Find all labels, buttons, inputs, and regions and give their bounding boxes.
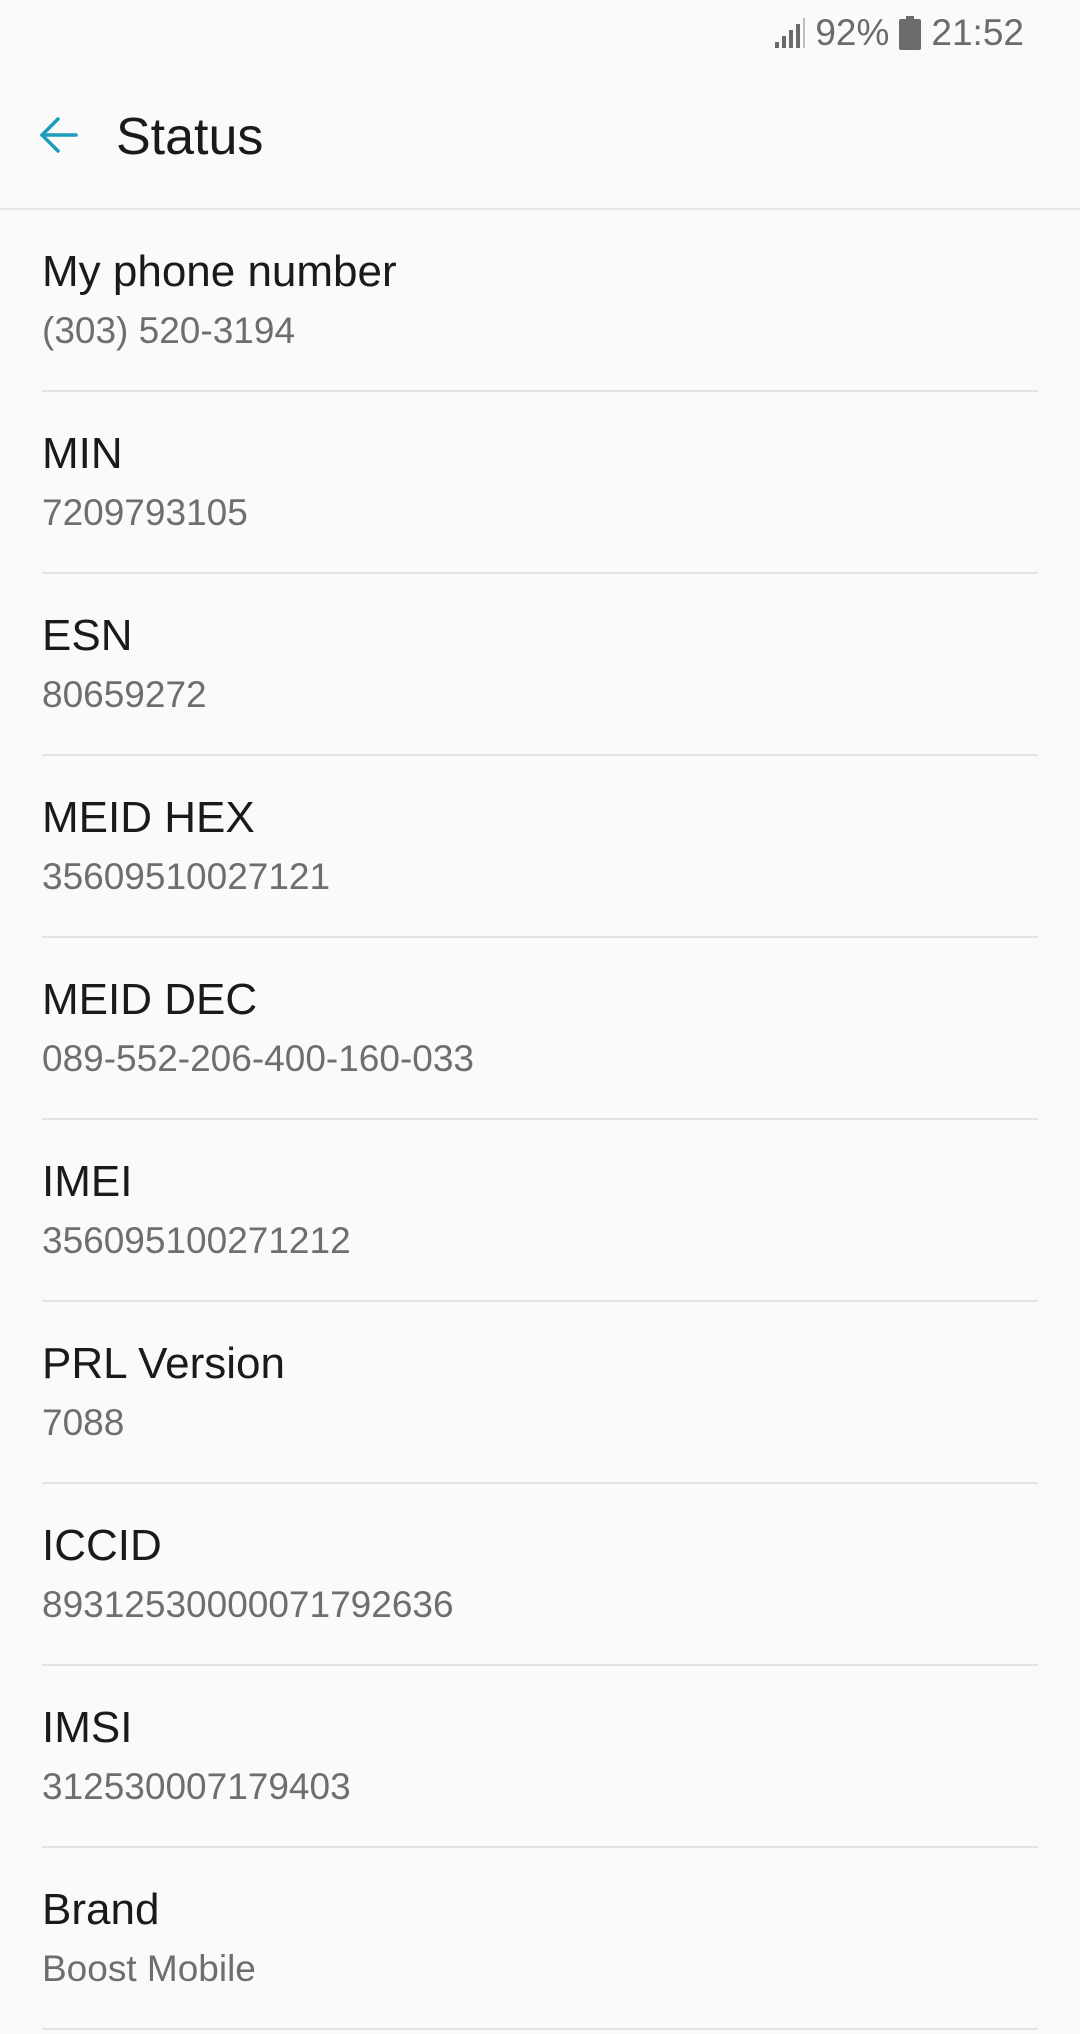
list-item-brand[interactable]: Brand Boost Mobile xyxy=(42,1848,1038,2030)
item-label: My phone number xyxy=(42,247,397,296)
item-label: ICCID xyxy=(42,1521,162,1570)
item-value: 7209793105 xyxy=(42,492,248,533)
signal-icon xyxy=(773,18,806,48)
item-label: MIN xyxy=(42,429,123,478)
back-button[interactable] xyxy=(0,65,116,209)
list-item-esn[interactable]: ESN 80659272 xyxy=(42,574,1038,756)
item-label: IMEI xyxy=(42,1157,133,1206)
battery-percent: 92% xyxy=(815,12,890,53)
item-value: 089-552-206-400-160-033 xyxy=(42,1038,475,1079)
list-item-meid-hex[interactable]: MEID HEX 35609510027121 xyxy=(42,756,1038,938)
list-item-iccid[interactable]: ICCID 89312530000071792636 xyxy=(42,1484,1038,1666)
clock: 21:52 xyxy=(931,12,1024,53)
list-item-meid-dec[interactable]: MEID DEC 089-552-206-400-160-033 xyxy=(42,938,1038,1120)
item-value: 7088 xyxy=(42,1402,125,1443)
list-item-imei[interactable]: IMEI 356095100271212 xyxy=(42,1120,1038,1302)
item-label: MEID DEC xyxy=(42,975,258,1024)
list-item-imsi[interactable]: IMSI 312530007179403 xyxy=(42,1666,1038,1848)
page-title: Status xyxy=(116,108,264,166)
item-label: MEID HEX xyxy=(42,793,255,842)
battery-icon xyxy=(899,16,922,50)
arrow-back-icon xyxy=(36,115,80,160)
item-value: 80659272 xyxy=(42,674,207,715)
item-value: 312530007179403 xyxy=(42,1766,351,1807)
item-label: ESN xyxy=(42,611,133,660)
status-list: My phone number (303) 520-3194 MIN 72097… xyxy=(0,210,1080,2030)
item-label: PRL Version xyxy=(42,1339,285,1388)
item-value: 356095100271212 xyxy=(42,1220,351,1261)
item-label: IMSI xyxy=(42,1703,133,1752)
item-label: Brand xyxy=(42,1885,160,1934)
list-item-min[interactable]: MIN 7209793105 xyxy=(42,392,1038,574)
app-bar: Status xyxy=(0,66,1080,210)
item-value: 35609510027121 xyxy=(42,856,331,897)
item-value: (303) 520-3194 xyxy=(42,310,296,351)
item-value: 89312530000071792636 xyxy=(42,1584,454,1625)
status-bar: 92% 21:52 xyxy=(0,0,1080,66)
item-value: Boost Mobile xyxy=(42,1948,256,1989)
list-item-phone-number[interactable]: My phone number (303) 520-3194 xyxy=(42,210,1038,392)
list-item-prl-version[interactable]: PRL Version 7088 xyxy=(42,1302,1038,1484)
